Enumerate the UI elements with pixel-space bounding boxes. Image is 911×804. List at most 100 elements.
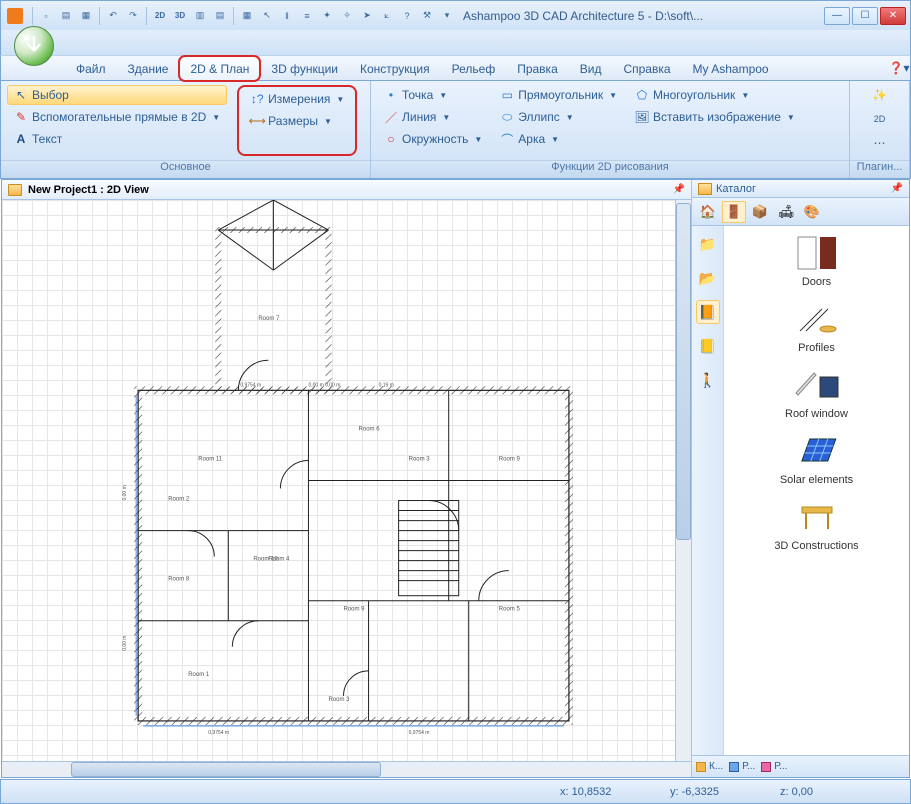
cat-tab-p2[interactable]: Р...	[761, 761, 787, 772]
select-button[interactable]: ↖ Выбор	[7, 85, 227, 105]
catalog-item-roof-window[interactable]: Roof window	[724, 358, 909, 424]
group-draw-title: Функции 2D рисования	[371, 160, 849, 178]
tab-edit[interactable]: Правка	[506, 56, 569, 80]
tab-construction[interactable]: Конструкция	[349, 56, 441, 80]
svg-text:Room 1: Room 1	[188, 672, 210, 678]
cat-side-4[interactable]: 📒	[696, 334, 720, 358]
line-button[interactable]: ／Линия▼	[377, 107, 489, 127]
point-button[interactable]: •Точка▼	[377, 85, 489, 105]
qat-save-icon[interactable]: ▦	[77, 7, 95, 25]
vertical-scrollbar[interactable]	[675, 200, 691, 761]
qat-redo-icon[interactable]: ↷	[124, 7, 142, 25]
svg-text:Room 8: Room 8	[168, 577, 190, 583]
catalog-item-3d-constructions[interactable]: 3D Constructions	[724, 490, 909, 556]
svg-text:Room 7: Room 7	[258, 316, 280, 322]
catalog-list[interactable]: Doors Profiles Roof window Solar element…	[724, 226, 909, 755]
qat-split-v-icon[interactable]: ▤	[211, 7, 229, 25]
svg-text:0,00 m: 0,00 m	[122, 485, 128, 500]
cat-furniture-icon[interactable]: 🛋	[774, 201, 798, 223]
circle-icon: ○	[384, 132, 398, 146]
chevron-down-icon: ▼	[212, 113, 220, 122]
cat-home-icon[interactable]: 🏠	[696, 201, 720, 223]
cat-side-1[interactable]: 📁	[696, 232, 720, 256]
polygon-button[interactable]: ⬠Многоугольник▼	[628, 85, 802, 105]
catalog-item-profiles[interactable]: Profiles	[724, 292, 909, 358]
circle-button[interactable]: ○Окружность▼	[377, 129, 489, 149]
plugin-icon-2[interactable]: 2D	[871, 111, 889, 127]
qat-layers-icon[interactable]: ≡	[298, 7, 316, 25]
view-title: New Project1 : 2D View	[28, 184, 149, 196]
tab-3d-functions[interactable]: 3D функции	[260, 56, 349, 80]
pin-icon[interactable]: 📌	[673, 184, 685, 195]
rect-button[interactable]: ▭Прямоугольник▼	[493, 85, 624, 105]
tab-view[interactable]: Вид	[569, 56, 613, 80]
line-label: Линия	[402, 110, 436, 124]
qat-more-icon[interactable]: ▾	[438, 7, 456, 25]
qat-3d-icon[interactable]: 3D	[171, 7, 189, 25]
ribbon-tabs: Файл Здание 2D & План 3D функции Констру…	[0, 55, 911, 81]
catalog-item-label: 3D Constructions	[774, 540, 858, 552]
workspace: New Project1 : 2D View 📌	[1, 179, 910, 778]
catalog-bottom-tabs: К... Р... Р...	[692, 755, 909, 777]
qat-2d-icon[interactable]: 2D	[151, 7, 169, 25]
ellipse-icon: ⬭	[500, 110, 514, 124]
text-button[interactable]: A Текст	[7, 129, 227, 149]
qat-snap1-icon[interactable]: ✦	[318, 7, 336, 25]
qat-cursor-icon[interactable]: ↖	[258, 7, 276, 25]
text-icon: A	[14, 132, 28, 146]
dimensions-button[interactable]: ⟷ Размеры ▼	[243, 111, 351, 131]
cat-materials-icon[interactable]: 🎨	[800, 201, 824, 223]
coord-y: y: -6,3325	[670, 786, 750, 798]
cat-side-2[interactable]: 📂	[696, 266, 720, 290]
svg-text:Room 9: Room 9	[344, 607, 366, 613]
arc-button[interactable]: ⌒Арка▼	[493, 129, 624, 149]
maximize-button[interactable]: ☐	[852, 7, 878, 25]
qat-split-h-icon[interactable]: ▥	[191, 7, 209, 25]
image-icon: 🖼	[635, 110, 649, 124]
tab-2d-plan[interactable]: 2D & План	[179, 56, 260, 81]
minimize-button[interactable]: ―	[824, 7, 850, 25]
app-menu-orb[interactable]	[14, 26, 54, 66]
svg-text:Room 2: Room 2	[168, 497, 190, 503]
qat-help-icon[interactable]: ?	[398, 7, 416, 25]
cat-tab-p1[interactable]: Р...	[729, 761, 755, 772]
canvas[interactable]: Room 7 Room 11 Room 2 Room 8 Room 1 Room…	[2, 200, 675, 761]
tab-file[interactable]: Файл	[65, 56, 117, 80]
cat-tab-k[interactable]: К...	[696, 761, 723, 772]
close-button[interactable]: ✕	[880, 7, 906, 25]
tab-building[interactable]: Здание	[117, 56, 180, 80]
catalog-item-solar[interactable]: Solar elements	[724, 424, 909, 490]
cat-side-5[interactable]: 🚶	[696, 368, 720, 392]
cat-side-3[interactable]: 📙	[696, 300, 720, 324]
tab-my-ashampoo[interactable]: My Ashampoo	[682, 56, 780, 80]
qat-new-icon[interactable]: ▫	[37, 7, 55, 25]
pin-icon[interactable]: 📌	[891, 183, 903, 194]
help-icon[interactable]: ❓▾	[888, 56, 910, 80]
insert-image-button[interactable]: 🖼Вставить изображение▼	[628, 107, 802, 127]
cat-doors-icon[interactable]: 🚪	[722, 201, 746, 223]
window-title: Ashampoo 3D CAD Architecture 5 - D:\soft…	[457, 9, 822, 23]
qat-grid-icon[interactable]: ▦	[238, 7, 256, 25]
ellipse-button[interactable]: ⬭Эллипс▼	[493, 107, 624, 127]
plugin-icon-1[interactable]: ✨	[869, 85, 890, 105]
qat-open-icon[interactable]: ▤	[57, 7, 75, 25]
horizontal-scrollbar[interactable]	[2, 761, 691, 777]
qat-measure-icon[interactable]: ⟀	[378, 7, 396, 25]
catalog-item-doors[interactable]: Doors	[724, 226, 909, 292]
measure-icon: ↕?	[250, 92, 264, 106]
tab-help[interactable]: Справка	[612, 56, 681, 80]
qat-snap2-icon[interactable]: ✧	[338, 7, 356, 25]
qat-pointer-icon[interactable]: ➤	[358, 7, 376, 25]
dimension-icon: ⟷	[250, 114, 264, 128]
catalog-item-label: Profiles	[798, 342, 835, 354]
svg-text:Room 4: Room 4	[268, 557, 290, 563]
measurements-button[interactable]: ↕? Измерения ▼	[243, 89, 351, 109]
cat-3d-icon[interactable]: 📦	[748, 201, 772, 223]
plugin-icon-3[interactable]: ⋯	[871, 133, 889, 153]
guides-2d-button[interactable]: ✎ Вспомогательные прямые в 2D ▼	[7, 107, 227, 127]
select-label: Выбор	[32, 88, 69, 102]
qat-tools-icon[interactable]: ⚒	[418, 7, 436, 25]
qat-undo-icon[interactable]: ↶	[104, 7, 122, 25]
qat-align-icon[interactable]: ‖	[278, 7, 296, 25]
tab-relief[interactable]: Рельеф	[441, 56, 507, 80]
